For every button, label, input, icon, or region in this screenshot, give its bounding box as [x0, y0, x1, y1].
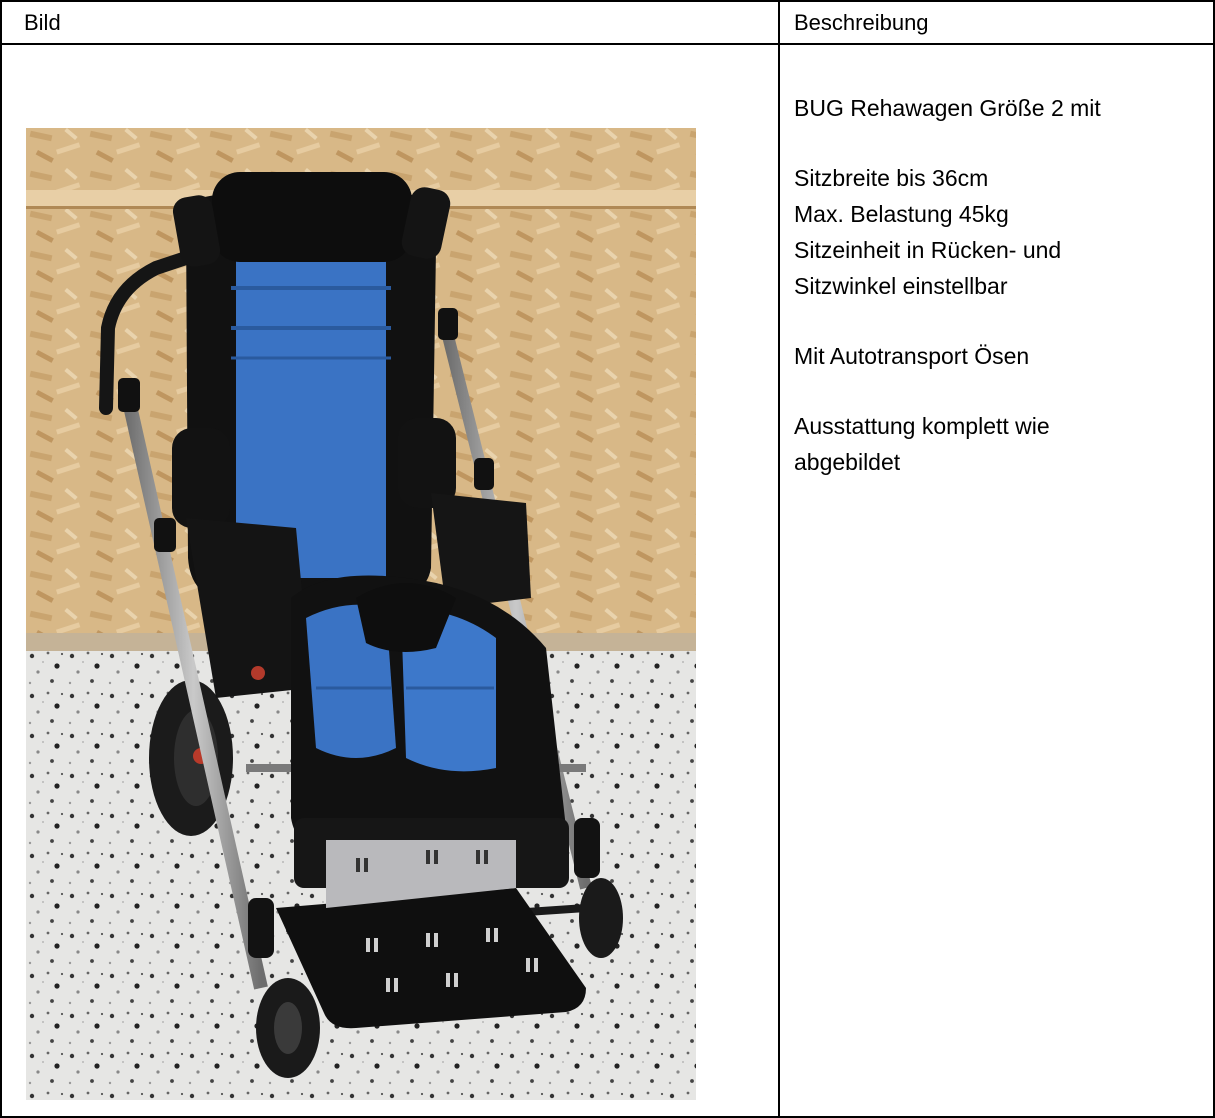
description-cell: BUG Rehawagen Größe 2 mit Sitzbreite bis…	[780, 45, 1215, 1116]
spec-max-load: Max. Belastung 45kg	[794, 201, 1009, 227]
header-label-description: Beschreibung	[794, 10, 929, 35]
equipment-line2: abgebildet	[794, 449, 901, 475]
description-title: BUG Rehawagen Größe 2 mit	[794, 95, 1101, 121]
spec-seat-unit-line2: Sitzwinkel einstellbar	[794, 273, 1008, 299]
header-label-image: Bild	[24, 10, 61, 35]
spec-seat-width: Sitzbreite bis 36cm	[794, 165, 989, 191]
header-cell-description: Beschreibung	[780, 2, 1215, 45]
spec-seat-unit-line1: Sitzeinheit in Rücken- und	[794, 237, 1062, 263]
document-table: Bild Beschreibung BUG Rehawagen Größe 2 …	[0, 0, 1215, 1118]
equipment-line1: Ausstattung komplett wie	[794, 413, 1050, 439]
wheelchair-photo-svg	[26, 128, 696, 1100]
header-cell-image: Bild	[2, 2, 780, 45]
image-cell	[2, 45, 780, 1116]
feature-car-transport: Mit Autotransport Ösen	[794, 343, 1030, 369]
wheelchair-photo	[26, 128, 696, 1100]
